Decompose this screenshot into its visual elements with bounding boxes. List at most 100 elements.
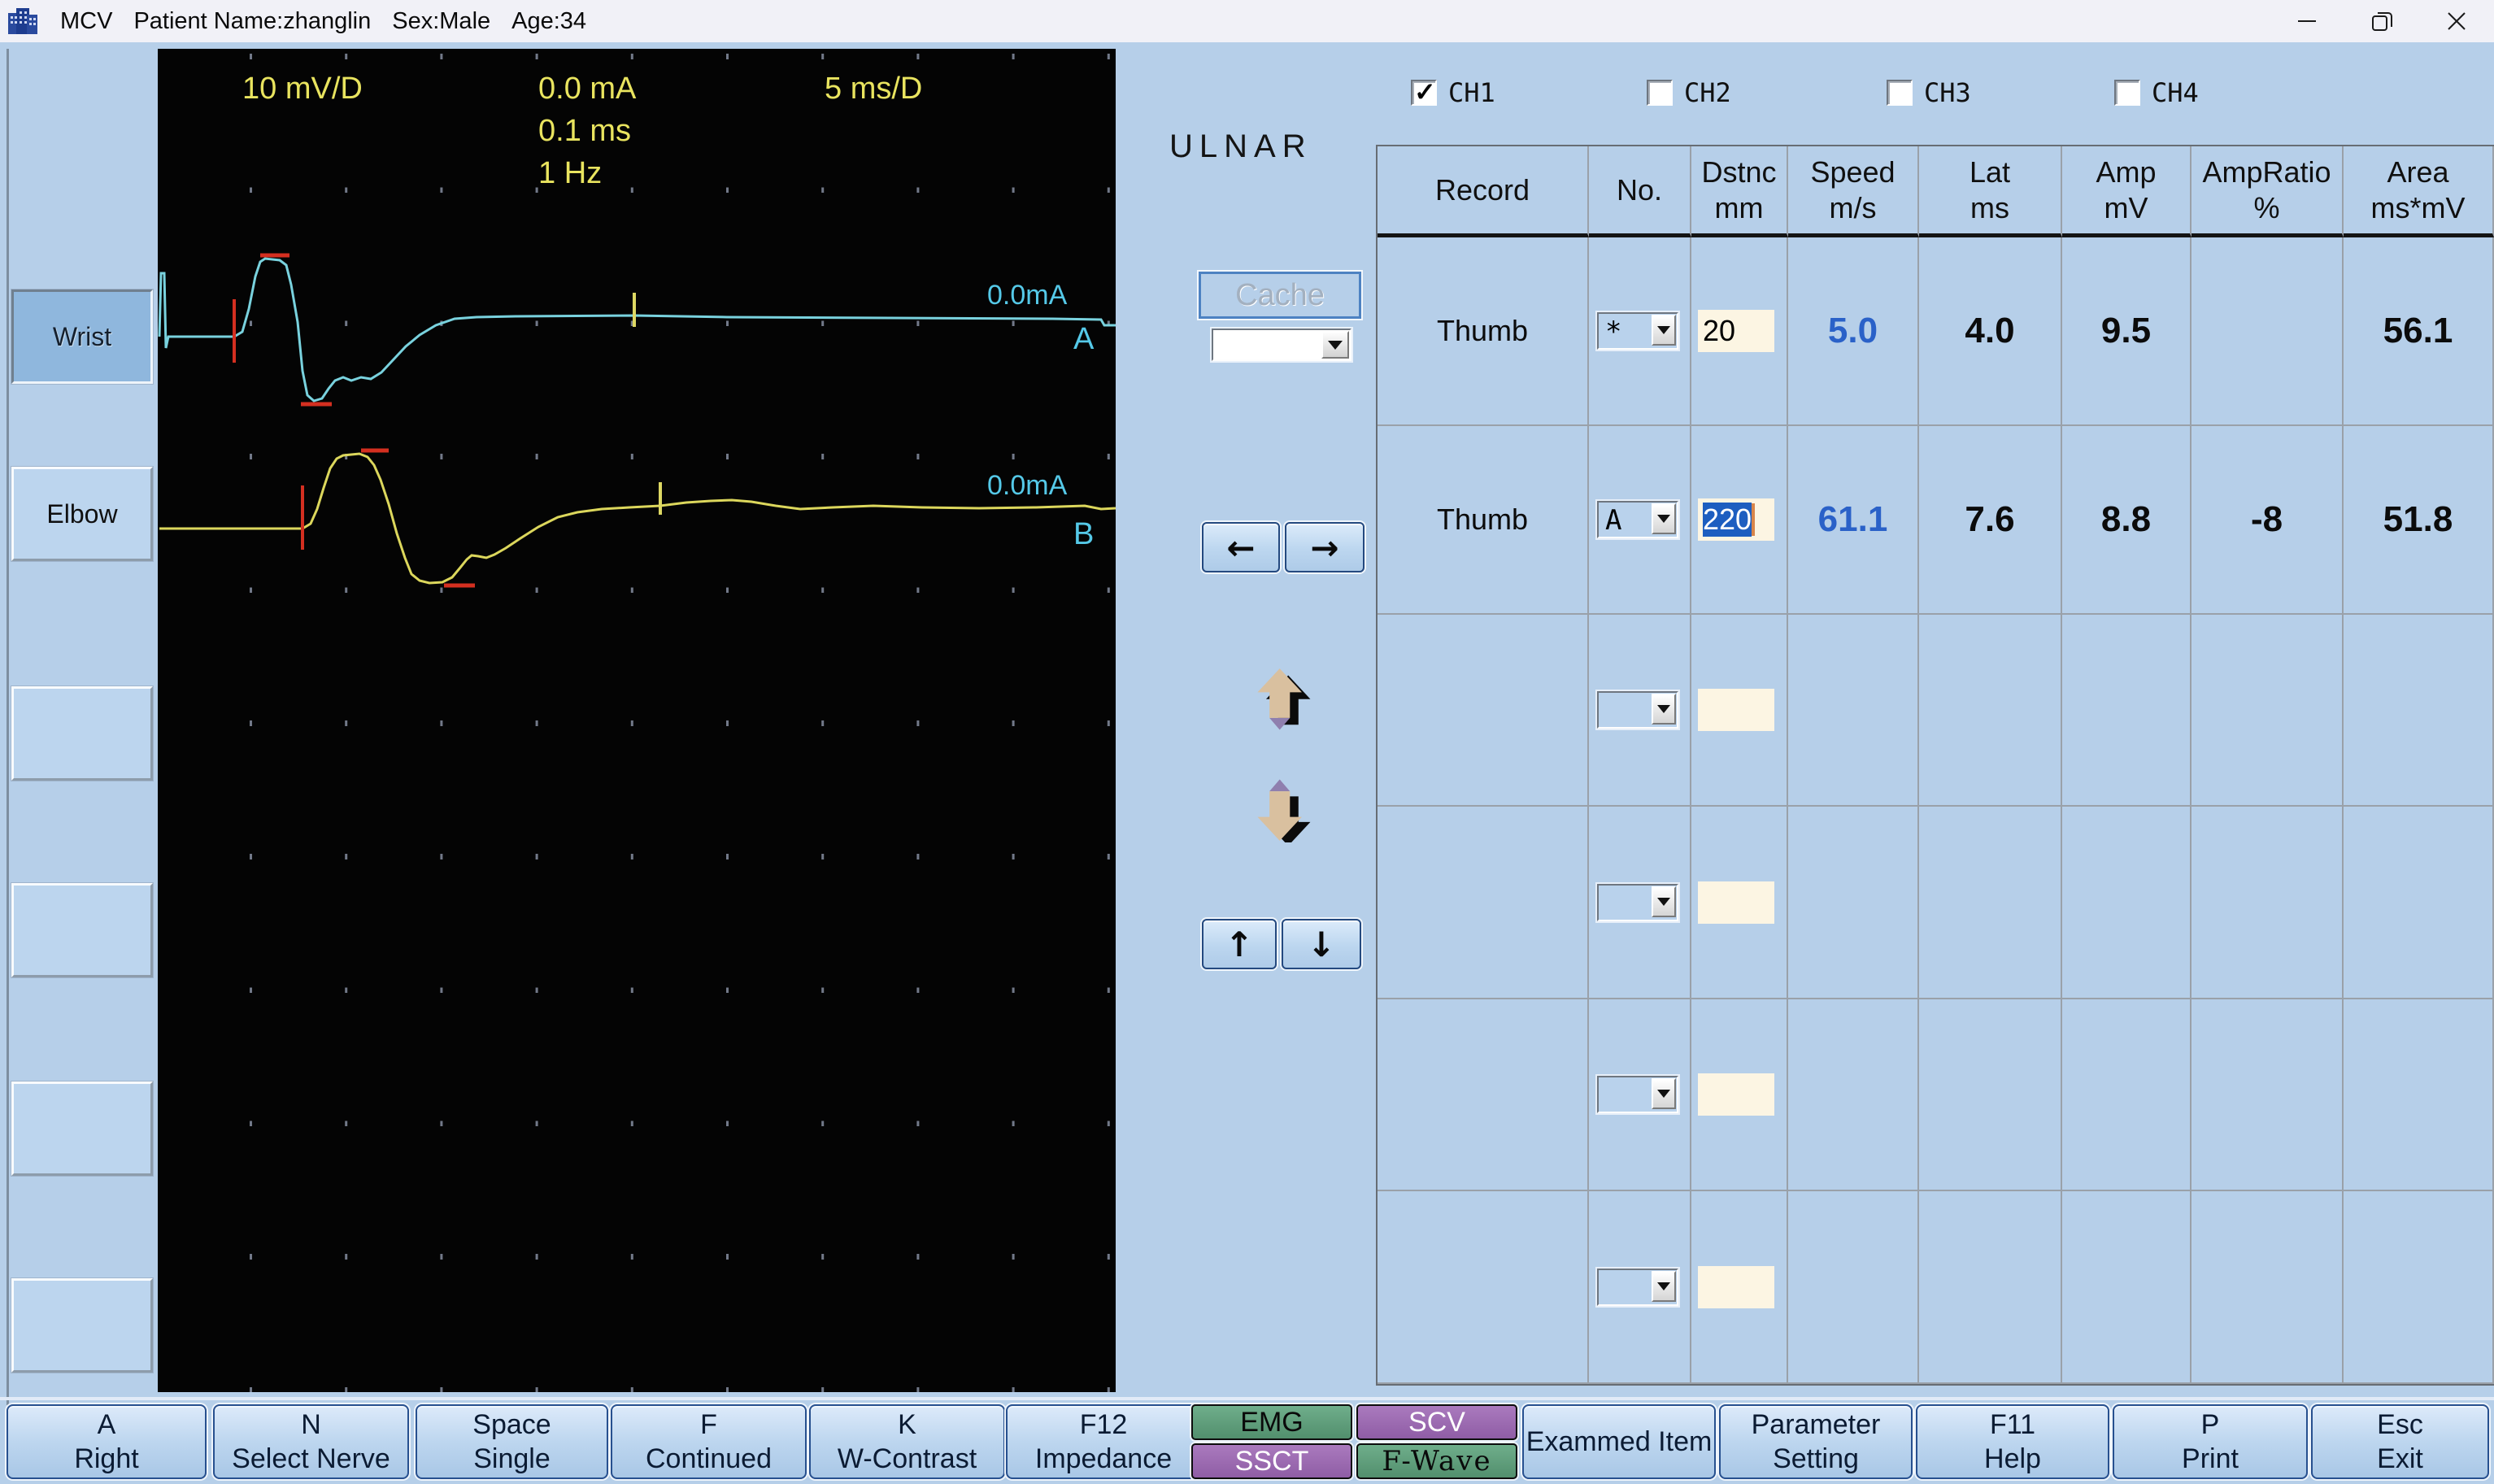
footer-button-exammed-item[interactable]: Exammed Item	[1522, 1404, 1716, 1479]
trace-up-button[interactable]: ↑	[1202, 919, 1277, 969]
window-controls	[2270, 0, 2494, 42]
cell-speed: 5.0	[1788, 237, 1919, 426]
cell-area	[2344, 999, 2494, 1191]
trace-b-current: 0.0mA	[987, 470, 1067, 502]
mode-button-scv[interactable]: SCV	[1356, 1404, 1517, 1440]
restore-button[interactable]	[2344, 0, 2419, 42]
footer-button-select-nerve[interactable]: NSelect Nerve	[213, 1404, 409, 1479]
footer-button-impedance[interactable]: F12Impedance	[1006, 1404, 1201, 1479]
cell-no: A	[1589, 426, 1691, 615]
ch4-checkbox[interactable]	[2114, 80, 2140, 106]
main-area: Wrist Elbow	[0, 42, 2494, 1484]
trace-down-button[interactable]: ↓	[1282, 919, 1361, 969]
cache-button[interactable]: Cache	[1199, 272, 1361, 319]
channel-ch1[interactable]: CH1	[1411, 78, 1495, 107]
cell-ampratio	[2191, 807, 2344, 999]
ch1-checkbox[interactable]	[1411, 80, 1437, 106]
dstnc-input[interactable]: 20	[1698, 310, 1774, 352]
dstnc-input[interactable]	[1698, 1073, 1774, 1116]
site-button-elbow[interactable]: Elbow	[11, 467, 153, 561]
cell-record	[1378, 615, 1589, 807]
no-combobox[interactable]	[1597, 1076, 1678, 1113]
cell-amp: 8.8	[2062, 426, 2191, 615]
site-label: Elbow	[46, 499, 117, 529]
ch4-label: CH4	[2152, 77, 2199, 108]
footer-button-exit[interactable]: EscExit	[2311, 1404, 2489, 1479]
app-icon	[7, 5, 39, 37]
cell-area: 51.8	[2344, 426, 2494, 615]
gain-up-arrow-icon[interactable]	[1256, 667, 1314, 738]
cell-dstnc	[1691, 1191, 1788, 1384]
no-combobox[interactable]: *	[1597, 312, 1678, 350]
footer-button-help[interactable]: F11Help	[1916, 1404, 2109, 1479]
arrow-left-icon: ←	[1226, 528, 1255, 568]
app-title: MCV	[60, 8, 112, 35]
gain-down-arrow-icon[interactable]	[1256, 771, 1314, 842]
dstnc-input[interactable]	[1698, 689, 1774, 731]
cache-button-label: Cache	[1235, 278, 1325, 313]
no-combobox[interactable]	[1597, 884, 1678, 921]
dstnc-input[interactable]	[1698, 881, 1774, 924]
combo-arrow-button[interactable]	[1652, 1078, 1676, 1109]
cell-dstnc: 20	[1691, 237, 1788, 426]
footer-separator	[0, 1397, 2494, 1400]
cell-ampratio: -8	[2191, 426, 2344, 615]
footer-button-single[interactable]: SpaceSingle	[416, 1404, 608, 1479]
col-header-area: Areams*mV	[2344, 146, 2494, 237]
col-header-amp: AmpmV	[2062, 146, 2191, 237]
footer-button-parameter-setting[interactable]: ParameterSetting	[1719, 1404, 1913, 1479]
site-button-empty-4[interactable]	[11, 1278, 153, 1373]
close-button[interactable]	[2419, 0, 2494, 42]
text-caret	[1752, 503, 1755, 536]
site-button-empty-1[interactable]	[11, 686, 153, 781]
recall-dropdown[interactable]	[1212, 329, 1351, 361]
cell-dstnc	[1691, 615, 1788, 807]
minimize-button[interactable]	[2270, 0, 2344, 42]
ch2-checkbox[interactable]	[1647, 80, 1673, 106]
ch2-label: CH2	[1684, 77, 1731, 108]
no-combobox[interactable]	[1597, 1269, 1678, 1306]
site-button-empty-2[interactable]	[11, 883, 153, 977]
patient-name: Patient Name:zhanglin	[133, 8, 371, 35]
cell-lat	[1919, 999, 2062, 1191]
cell-amp: 9.5	[2062, 237, 2191, 426]
footer-button-continued[interactable]: FContinued	[611, 1404, 807, 1479]
mode-button-ssct[interactable]: SSCT	[1191, 1443, 1352, 1479]
site-button-wrist[interactable]: Wrist	[11, 289, 153, 384]
ch3-label: CH3	[1924, 77, 1971, 108]
cell-lat	[1919, 615, 2062, 807]
channel-ch4[interactable]: CH4	[2114, 78, 2199, 107]
combo-arrow-button[interactable]	[1652, 1271, 1676, 1302]
combo-arrow-button[interactable]	[1652, 886, 1676, 917]
ch3-checkbox[interactable]	[1887, 80, 1913, 106]
dstnc-input[interactable]	[1698, 1266, 1774, 1308]
chevron-down-icon	[1657, 515, 1670, 523]
patient-age: Age:34	[511, 8, 586, 35]
channel-ch2[interactable]: CH2	[1647, 78, 1731, 107]
cursor-left-button[interactable]: ←	[1202, 522, 1280, 572]
combo-arrow-button[interactable]	[1652, 694, 1676, 725]
cell-ampratio	[2191, 615, 2344, 807]
dropdown-arrow-button[interactable]	[1321, 331, 1349, 359]
cell-lat: 4.0	[1919, 237, 2062, 426]
site-button-empty-3[interactable]	[11, 1081, 153, 1176]
cell-amp	[2062, 615, 2191, 807]
combo-arrow-button[interactable]	[1652, 503, 1676, 534]
no-combobox[interactable]	[1597, 691, 1678, 729]
cell-record	[1378, 807, 1589, 999]
cursor-right-button[interactable]: →	[1285, 522, 1365, 572]
channel-ch3[interactable]: CH3	[1887, 78, 1971, 107]
arrow-up-icon: ↑	[1225, 925, 1253, 964]
chevron-down-icon	[1328, 341, 1343, 350]
footer-button-right[interactable]: ARight	[7, 1404, 207, 1479]
combo-arrow-button[interactable]	[1652, 315, 1676, 346]
no-combobox[interactable]: A	[1597, 501, 1678, 538]
footer-button-print[interactable]: PPrint	[2113, 1404, 2308, 1479]
mode-button-f-wave[interactable]: F-Wave	[1356, 1443, 1517, 1479]
cell-speed	[1788, 1191, 1919, 1384]
grid-dots	[158, 49, 1116, 1392]
dstnc-input[interactable]: 220	[1698, 498, 1774, 541]
footer-button-w-contrast[interactable]: KW-Contrast	[809, 1404, 1005, 1479]
mode-button-emg[interactable]: EMG	[1191, 1404, 1352, 1440]
col-header-ampratio: AmpRatio%	[2191, 146, 2344, 237]
